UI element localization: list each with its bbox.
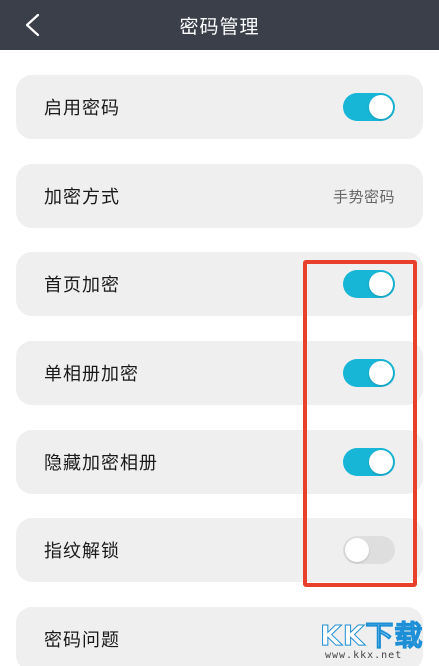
setting-label: 单相册加密 xyxy=(44,364,139,385)
watermark-text: KK下载 xyxy=(319,619,424,653)
enable-password-toggle[interactable] xyxy=(343,93,395,121)
chevron-left-icon[interactable] xyxy=(22,13,46,37)
setting-encryption-method[interactable]: 加密方式 手势密码 xyxy=(16,164,423,228)
setting-enable-password[interactable]: 启用密码 xyxy=(16,75,423,139)
toggle-knob xyxy=(369,95,393,119)
setting-label: 启用密码 xyxy=(44,98,120,119)
page-title: 密码管理 xyxy=(179,15,260,38)
annotation-highlight-box xyxy=(303,260,417,587)
encryption-method-value: 手势密码 xyxy=(332,187,395,206)
watermark-url: www.kkx.net xyxy=(325,650,403,661)
setting-label: 首页加密 xyxy=(44,275,120,296)
watermark-logo: KK下载 www.kkx.net xyxy=(300,612,439,666)
setting-label: 指纹解锁 xyxy=(44,541,120,562)
setting-label: 密码问题 xyxy=(44,630,120,651)
header-bar: 密码管理 xyxy=(0,0,439,50)
setting-label: 隐藏加密相册 xyxy=(44,453,158,474)
setting-label: 加密方式 xyxy=(44,187,120,208)
